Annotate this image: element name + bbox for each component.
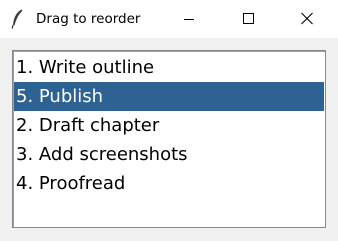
maximize-icon bbox=[243, 13, 254, 24]
title-bar[interactable]: Drag to reorder bbox=[0, 0, 338, 38]
list-item[interactable]: 4. Proofread bbox=[14, 169, 324, 198]
feather-icon bbox=[9, 8, 25, 30]
minimize-button[interactable] bbox=[166, 0, 212, 38]
list-item[interactable]: 2. Draft chapter bbox=[14, 111, 324, 140]
window-title: Drag to reorder bbox=[36, 11, 141, 27]
reorder-listbox[interactable]: 1. Write outline 5. Publish 2. Draft cha… bbox=[12, 50, 326, 228]
minimize-icon bbox=[184, 19, 194, 20]
maximize-button[interactable] bbox=[225, 0, 271, 38]
close-button[interactable] bbox=[284, 0, 330, 38]
list-item[interactable]: 1. Write outline bbox=[14, 53, 324, 82]
app-window: Drag to reorder 1. Write outline 5. Publ… bbox=[0, 0, 338, 241]
close-icon bbox=[301, 12, 313, 25]
list-item[interactable]: 3. Add screenshots bbox=[14, 140, 324, 169]
list-item-selected[interactable]: 5. Publish bbox=[14, 82, 324, 111]
